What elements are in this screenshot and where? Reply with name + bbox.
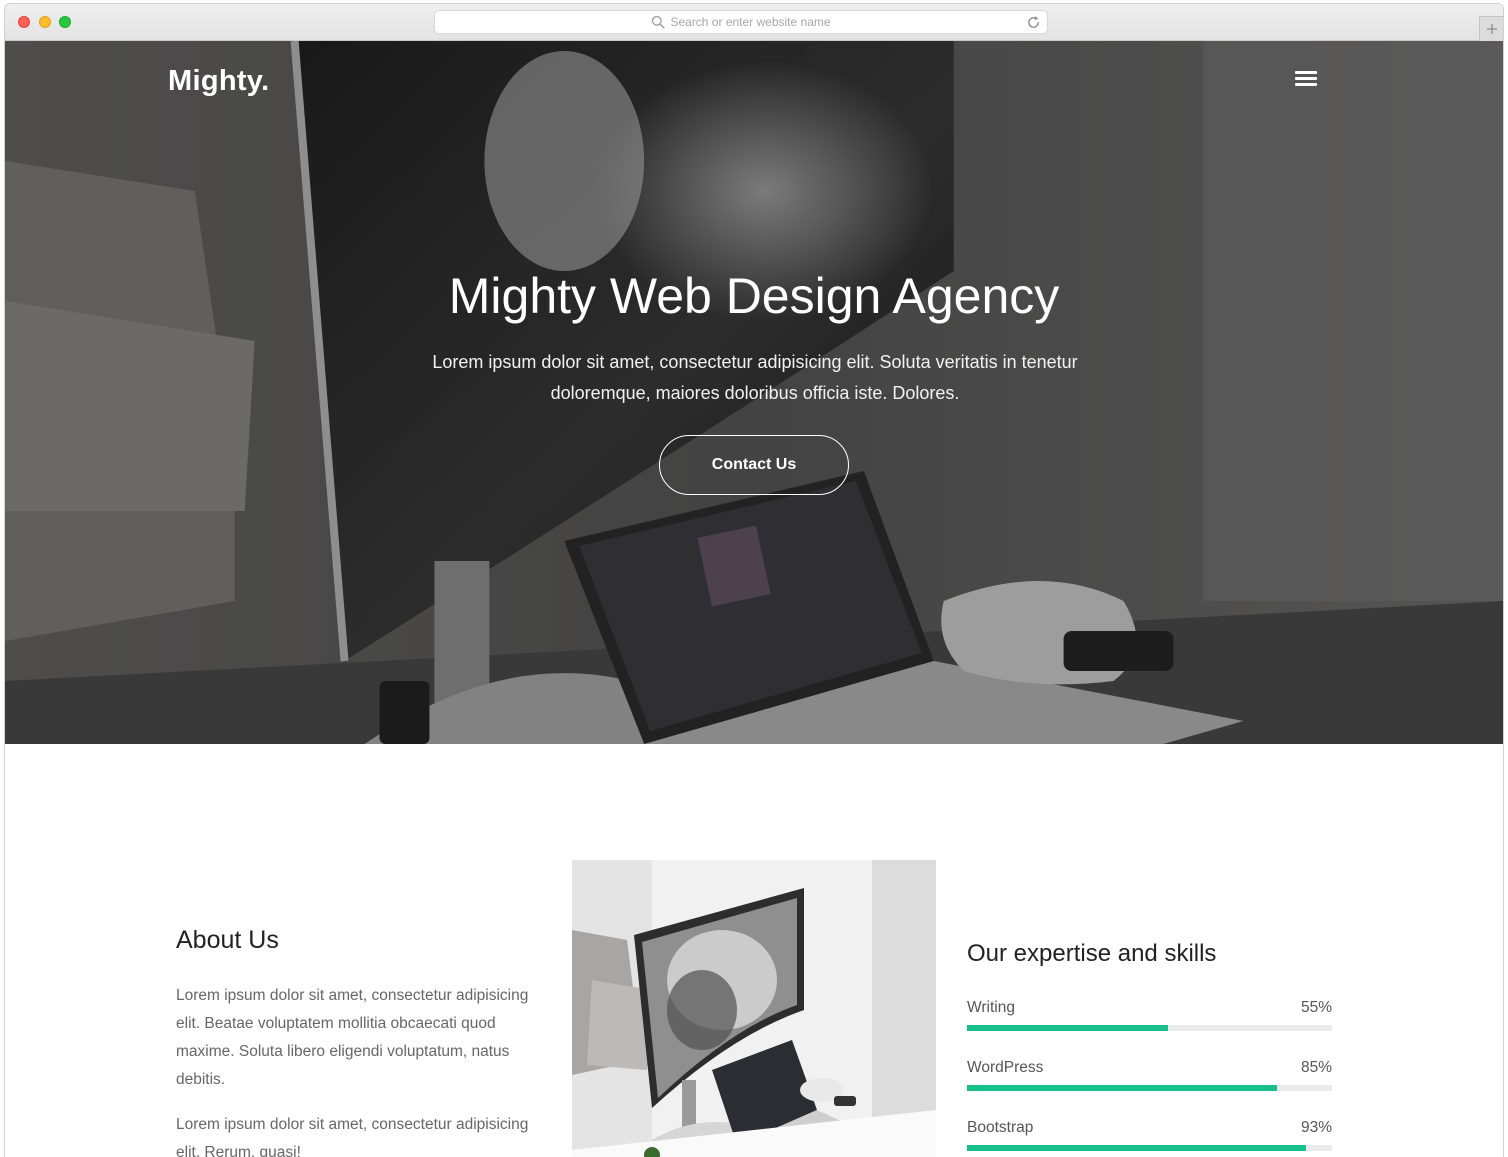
skill-label: Writing: [967, 999, 1015, 1016]
site-logo[interactable]: Mighty.: [168, 65, 269, 98]
address-placeholder: Search or enter website name: [670, 15, 831, 29]
about-heading: About Us: [176, 926, 279, 954]
skill-progress-fill: [967, 1025, 1168, 1031]
about-image: [572, 860, 936, 1157]
address-bar[interactable]: Search or enter website name: [434, 10, 1048, 34]
hero-section: Mighty. Mighty Web Design Agency Lorem i…: [5, 41, 1503, 744]
zoom-window-button[interactable]: [59, 16, 71, 28]
close-window-button[interactable]: [18, 16, 30, 28]
search-icon: [652, 15, 665, 29]
plus-icon: [1486, 24, 1497, 34]
minimize-window-button[interactable]: [39, 16, 51, 28]
hero-description: Lorem ipsum dolor sit amet, consectetur …: [432, 352, 1078, 403]
skill-progress-fill: [967, 1145, 1307, 1151]
new-tab-button[interactable]: [1479, 16, 1503, 41]
about-paragraph: Lorem ipsum dolor sit amet, consectetur …: [176, 1116, 529, 1157]
browser-window: Search or enter website name Mighty. Mig…: [4, 3, 1504, 1157]
skill-progress-track: [967, 1025, 1332, 1031]
skill-bootstrap: Bootstrap 93%: [967, 1119, 1332, 1157]
about-paragraph: Lorem ipsum dolor sit amet, consectetur …: [176, 987, 529, 1088]
contact-us-button[interactable]: Contact Us: [659, 435, 849, 495]
skill-progress-track: [967, 1145, 1332, 1151]
hero-title: Mighty Web Design Agency: [448, 268, 1060, 324]
skill-percent: 85%: [1300, 1059, 1332, 1076]
skill-percent: 93%: [1300, 1119, 1332, 1136]
skill-wordpress: WordPress 85%: [967, 1059, 1332, 1099]
skill-progress-fill: [967, 1085, 1278, 1091]
skills-heading: Our expertise and skills: [967, 940, 1217, 967]
skill-progress-track: [967, 1085, 1332, 1091]
skill-percent: 55%: [1300, 999, 1332, 1016]
reload-icon[interactable]: [1026, 15, 1041, 30]
skill-writing: Writing 55%: [967, 999, 1332, 1039]
hamburger-menu-icon[interactable]: [1295, 69, 1319, 89]
browser-toolbar: Search or enter website name: [5, 4, 1503, 41]
skill-label: Bootstrap: [967, 1119, 1034, 1136]
skill-label: WordPress: [967, 1059, 1044, 1076]
